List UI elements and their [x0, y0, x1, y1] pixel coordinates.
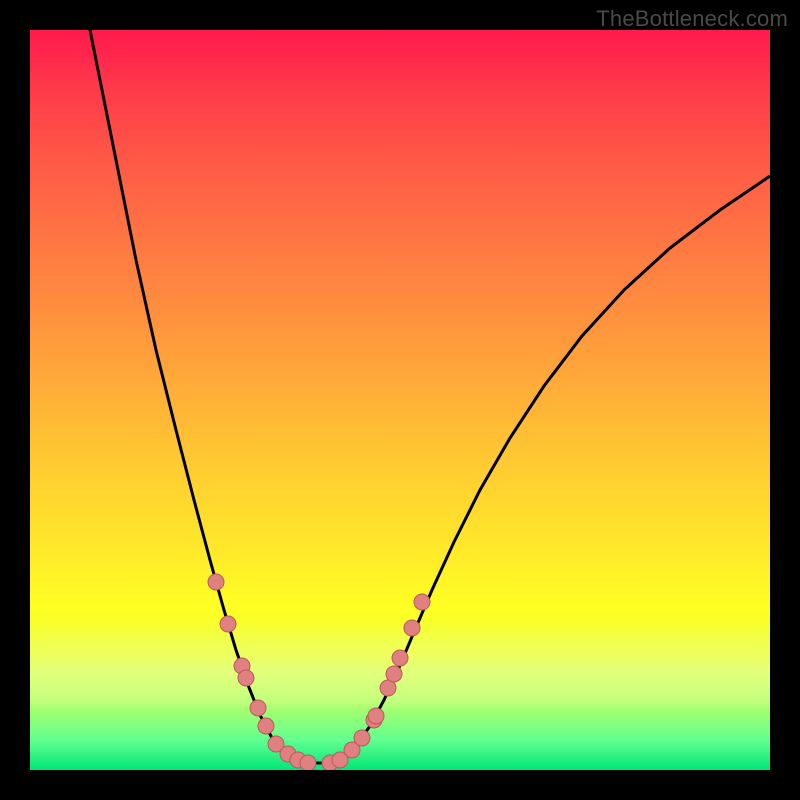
- data-marker: [220, 616, 236, 632]
- data-marker: [404, 620, 420, 636]
- data-marker: [392, 650, 408, 666]
- data-marker: [238, 670, 254, 686]
- data-marker: [208, 574, 224, 590]
- watermark-text: TheBottleneck.com: [596, 6, 788, 32]
- data-marker: [368, 708, 384, 724]
- data-marker: [354, 730, 370, 746]
- data-marker: [386, 666, 402, 682]
- data-marker: [258, 718, 274, 734]
- chart-svg: [30, 30, 770, 770]
- data-markers: [208, 574, 430, 770]
- data-marker: [414, 594, 430, 610]
- data-marker: [300, 755, 316, 770]
- data-marker: [250, 700, 266, 716]
- bottleneck-curve-left: [90, 30, 306, 763]
